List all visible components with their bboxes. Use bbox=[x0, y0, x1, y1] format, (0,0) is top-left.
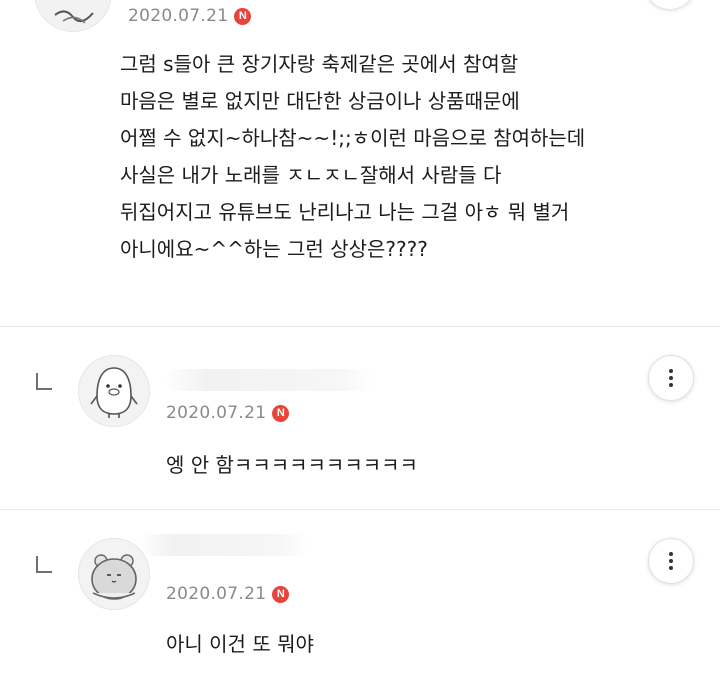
more-vertical-icon bbox=[669, 376, 673, 380]
more-vertical-icon bbox=[669, 559, 673, 563]
comment-line: 아니에요~^^하는 그런 상상은???? bbox=[120, 237, 428, 261]
comment-body: 그럼 s들아 큰 장기자랑 축제같은 곳에서 참여할 마음은 별로 없지만 대단… bbox=[120, 46, 710, 268]
reply-avatar[interactable] bbox=[78, 355, 150, 427]
reply-date: 2020.07.21 bbox=[166, 584, 267, 604]
reply-item: 2020.07.21 N 아니 이건 또 뭐야 bbox=[0, 510, 720, 690]
comment-line: 뒤집어지고 유튜브도 난리나고 나는 그걸 아ㅎ 뭐 별거 bbox=[120, 200, 570, 224]
reply-arrow-icon bbox=[36, 556, 52, 573]
comment-thread: 2020.07.21 N 그럼 s들아 큰 장기자랑 축제같은 곳에서 참여할 … bbox=[0, 0, 720, 690]
new-badge-icon: N bbox=[272, 585, 290, 603]
new-badge-icon: N bbox=[272, 404, 290, 422]
comment-date: 2020.07.21 bbox=[128, 6, 229, 26]
more-vertical-icon bbox=[669, 369, 673, 373]
reply-date: 2020.07.21 bbox=[166, 403, 267, 423]
more-vertical-icon bbox=[669, 383, 673, 387]
reply-arrow-icon bbox=[36, 373, 52, 390]
penguin-avatar-icon bbox=[90, 367, 138, 418]
more-options-button[interactable] bbox=[644, 0, 696, 10]
comment-line: 사실은 내가 노래를 ㅈㄴㅈㄴ잘해서 사람들 다 bbox=[120, 163, 502, 187]
reply-avatar[interactable] bbox=[78, 538, 150, 610]
comment-line: 마음은 별로 없지만 대단한 상금이나 상품때문에 bbox=[120, 89, 520, 113]
hamster-avatar-icon bbox=[91, 554, 137, 600]
reply-text: 엥 안 함ㅋㅋㅋㅋㅋㅋㅋㅋㅋㅋ bbox=[166, 453, 418, 477]
avatar-sketch-icon bbox=[54, 10, 94, 24]
blurred-username bbox=[140, 534, 310, 556]
top-comment: 2020.07.21 N 그럼 s들아 큰 장기자랑 축제같은 곳에서 참여할 … bbox=[0, 0, 720, 326]
commenter-avatar[interactable] bbox=[34, 0, 112, 32]
reply-meta: 2020.07.21 N bbox=[166, 403, 290, 423]
more-options-button[interactable] bbox=[648, 538, 694, 584]
reply-item: 2020.07.21 N 엥 안 함ㅋㅋㅋㅋㅋㅋㅋㅋㅋㅋ bbox=[0, 327, 720, 509]
new-badge-icon: N bbox=[234, 7, 252, 25]
more-vertical-icon bbox=[669, 552, 673, 556]
reply-meta: 2020.07.21 N bbox=[166, 584, 290, 604]
more-options-button[interactable] bbox=[648, 355, 694, 401]
blurred-username bbox=[165, 369, 375, 391]
comment-line: 그럼 s들아 큰 장기자랑 축제같은 곳에서 참여할 bbox=[120, 52, 519, 76]
more-vertical-icon bbox=[669, 566, 673, 570]
reply-text: 아니 이건 또 뭐야 bbox=[166, 632, 314, 656]
comment-line: 어쩔 수 없지~하나참~~!;;ㅎ이런 마음으로 참여하는데 bbox=[120, 126, 586, 150]
comment-meta: 2020.07.21 N bbox=[128, 6, 252, 26]
